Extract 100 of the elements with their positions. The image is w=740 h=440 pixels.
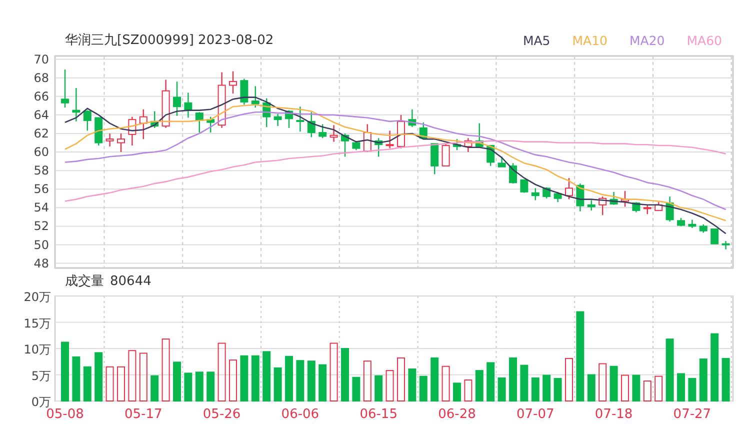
volume-bar xyxy=(677,373,685,402)
volume-bar xyxy=(475,370,484,402)
candlestick xyxy=(139,109,148,140)
candlestick xyxy=(688,220,696,228)
volume-bar xyxy=(498,377,506,402)
candlestick xyxy=(128,116,136,146)
volume-bar xyxy=(643,380,652,402)
candlestick xyxy=(195,112,204,133)
volume-bar xyxy=(531,377,540,402)
volume-bar xyxy=(173,362,181,402)
date-label: 05-17 xyxy=(124,407,162,422)
candlestick xyxy=(598,196,607,216)
volume-bar xyxy=(307,360,316,402)
volume-bar xyxy=(318,364,327,402)
candlestick xyxy=(643,204,652,214)
axis-label: 10万 xyxy=(24,342,51,356)
volume-bar xyxy=(688,378,696,402)
volume-bar xyxy=(722,358,730,402)
volume-bar xyxy=(83,366,92,402)
volume-bar xyxy=(542,374,551,402)
volume-bar xyxy=(296,360,304,402)
candlestick xyxy=(72,88,80,122)
volume-bar xyxy=(262,351,271,402)
volume-bar xyxy=(330,342,338,402)
candlestick xyxy=(621,190,629,207)
axis-label: 58 xyxy=(34,164,49,178)
date-label: 06-15 xyxy=(360,407,398,422)
volume-bar xyxy=(464,380,472,402)
candlestick xyxy=(94,117,103,146)
candlestick xyxy=(699,224,708,233)
candlestick xyxy=(520,179,528,193)
candlestick xyxy=(531,188,540,200)
candlestick xyxy=(654,202,663,211)
date-label: 06-28 xyxy=(438,407,476,422)
volume-bar xyxy=(363,360,372,402)
date-label: 05-26 xyxy=(202,407,241,422)
axis-label: 20万 xyxy=(24,291,51,304)
date-label: 07-18 xyxy=(594,407,633,422)
volume-bar xyxy=(285,356,293,402)
legend-item: MA20 xyxy=(630,32,665,48)
candlestick xyxy=(677,218,685,226)
candlestick xyxy=(419,122,428,140)
volume-bar xyxy=(610,366,618,402)
volume-bar xyxy=(117,366,125,402)
candlestick xyxy=(262,98,271,127)
candlestick xyxy=(475,123,484,147)
candlestick xyxy=(341,133,349,157)
candlestick xyxy=(442,144,450,166)
candlestick xyxy=(173,82,181,116)
legend-item: MA10 xyxy=(572,32,608,48)
volume-bar xyxy=(654,376,663,402)
volume-bar xyxy=(251,355,260,402)
candlestick xyxy=(117,133,125,152)
volume-bar xyxy=(453,382,461,402)
volume-bar xyxy=(150,375,159,402)
candlestick xyxy=(296,106,304,132)
candlestick xyxy=(430,143,439,174)
volume-bar xyxy=(94,352,103,402)
candlestick xyxy=(722,241,730,250)
volume-bar xyxy=(218,342,226,402)
candlestick xyxy=(251,86,260,108)
candlestick xyxy=(184,92,192,118)
candlestick xyxy=(587,200,596,210)
axis-label: 15万 xyxy=(24,316,51,330)
candlestick xyxy=(229,71,237,94)
volume-label: 成交量 xyxy=(65,273,104,290)
volume-bar xyxy=(274,367,282,402)
candlestick xyxy=(554,192,562,202)
candlestick xyxy=(565,178,573,200)
volume-bar xyxy=(162,338,170,402)
candlestick xyxy=(318,124,327,138)
candlestick xyxy=(106,133,114,146)
volume-bar xyxy=(128,350,136,402)
chart-title: 华润三九[SZ000999] 2023-08-02 xyxy=(65,32,274,49)
date-label: 06-06 xyxy=(281,407,320,422)
volume-bar xyxy=(509,357,517,402)
candlestick xyxy=(464,138,472,152)
volume-bar xyxy=(699,358,708,402)
volume-bar xyxy=(374,375,383,402)
volume-value: 80644 xyxy=(110,274,152,288)
axis-label: 64 xyxy=(34,108,49,122)
volume-bar xyxy=(587,374,596,402)
candlestick xyxy=(61,70,69,108)
volume-bar xyxy=(632,374,640,402)
axis-label: 60 xyxy=(34,145,49,160)
candlestick xyxy=(710,228,719,244)
candlestick xyxy=(83,110,92,131)
candlestick xyxy=(632,202,640,212)
legend-item: MA60 xyxy=(686,32,722,48)
volume-bar xyxy=(397,357,405,402)
volume-bar xyxy=(666,338,674,402)
volume-bar xyxy=(139,352,148,402)
candlestick xyxy=(386,130,394,148)
axis-label: 68 xyxy=(34,70,49,85)
volume-bar xyxy=(240,355,248,402)
volume-bar xyxy=(341,348,349,402)
candlestick xyxy=(453,139,461,150)
candlestick xyxy=(352,140,360,150)
candlestick xyxy=(498,156,506,168)
volume-bar xyxy=(195,372,204,402)
